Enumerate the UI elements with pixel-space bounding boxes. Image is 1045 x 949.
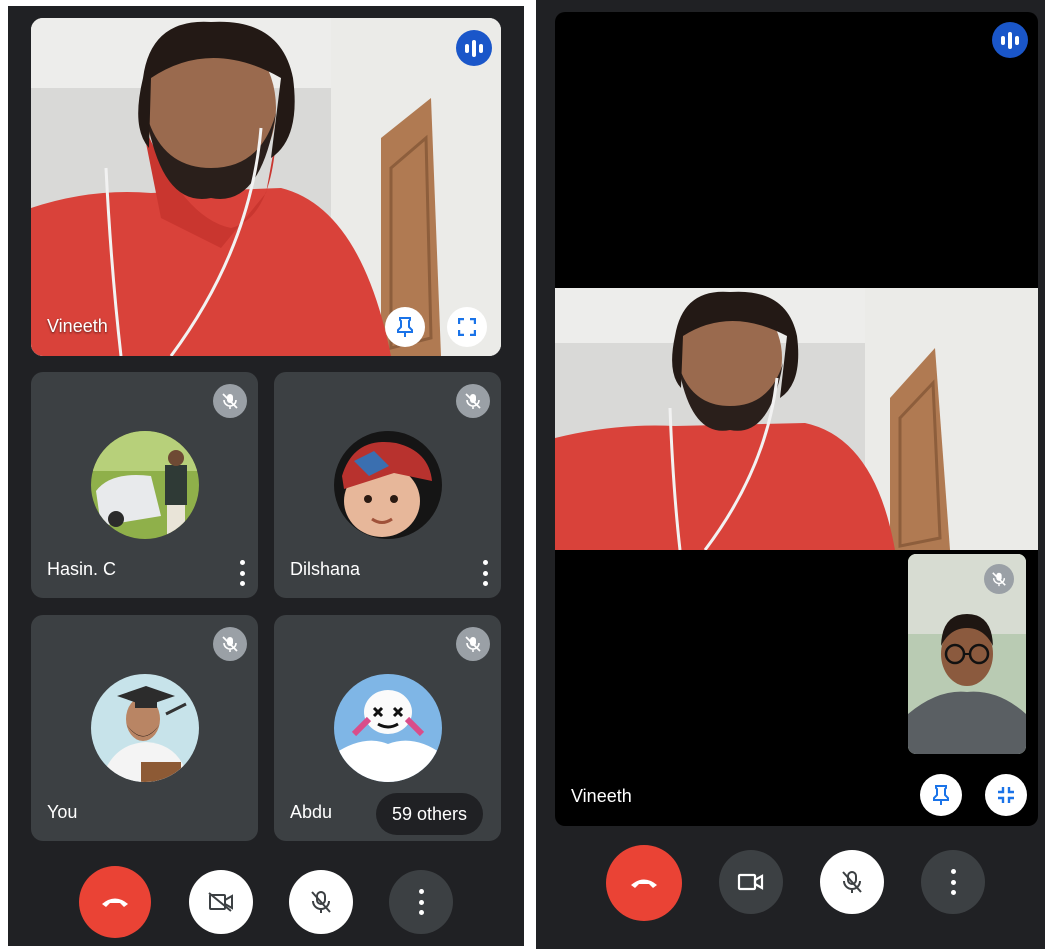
end-call-button[interactable]: [79, 866, 151, 938]
speaker-video[interactable]: [555, 288, 1038, 550]
meet-screen-grid: Vineeth Hasin. C Dilshana You Abdu 59 ot…: [8, 6, 524, 946]
end-call-icon: [631, 879, 657, 888]
camera-toggle-button[interactable]: [719, 850, 783, 914]
participant-tile-you[interactable]: You: [31, 615, 258, 841]
exit-fullscreen-icon: [998, 787, 1014, 803]
participant-name: You: [47, 802, 78, 822]
mic-off-icon: [456, 384, 490, 418]
main-tile-name: Vineeth: [47, 316, 108, 336]
mic-off-icon: [213, 384, 247, 418]
mic-toggle-button[interactable]: [820, 850, 884, 914]
end-call-button[interactable]: [606, 845, 682, 921]
mic-off-icon: [311, 891, 331, 913]
pin-button[interactable]: [920, 774, 962, 816]
self-view-tile[interactable]: [908, 554, 1026, 754]
avatar: [334, 674, 442, 782]
more-options-button[interactable]: [480, 560, 490, 586]
avatar: [91, 431, 199, 539]
others-count-badge[interactable]: 59 others: [376, 793, 484, 835]
end-call-icon: [102, 898, 128, 907]
main-tile-name: Vineeth: [571, 786, 632, 806]
fullscreen-button[interactable]: [447, 307, 487, 347]
speaking-indicator-icon: [992, 22, 1028, 58]
more-options-button[interactable]: [389, 870, 453, 934]
speaking-indicator-icon: [456, 30, 492, 66]
participant-tile-dilshana[interactable]: Dilshana: [274, 372, 501, 598]
camera-toggle-button[interactable]: [189, 870, 253, 934]
camera-off-icon: [208, 892, 233, 912]
pin-icon: [933, 785, 949, 805]
participant-tile-abdu[interactable]: Abdu 59 others: [274, 615, 501, 841]
mic-off-icon: [984, 564, 1014, 594]
more-vert-icon: [416, 889, 426, 915]
more-vert-icon: [948, 869, 958, 895]
mic-off-icon: [842, 871, 862, 893]
camera-icon: [737, 873, 764, 891]
meet-screen-spotlight: Vineeth: [536, 0, 1045, 949]
mic-off-icon: [456, 627, 490, 661]
exit-fullscreen-button[interactable]: [985, 774, 1027, 816]
participant-tile-hasin[interactable]: Hasin. C: [31, 372, 258, 598]
main-video-tile[interactable]: Vineeth: [31, 18, 501, 356]
mic-toggle-button[interactable]: [289, 870, 353, 934]
speaker-video: [31, 18, 501, 356]
pin-button[interactable]: [385, 307, 425, 347]
more-options-button[interactable]: [237, 560, 247, 586]
participant-name: Abdu: [290, 802, 333, 822]
participant-name: Hasin. C: [47, 559, 117, 579]
more-options-button[interactable]: [921, 850, 985, 914]
participant-name: Dilshana: [290, 559, 361, 579]
stage: Vineeth: [555, 12, 1038, 826]
avatar: [91, 674, 199, 782]
pin-icon: [397, 317, 413, 337]
avatar: [334, 431, 442, 539]
mic-off-icon: [213, 627, 247, 661]
fullscreen-icon: [458, 318, 476, 336]
